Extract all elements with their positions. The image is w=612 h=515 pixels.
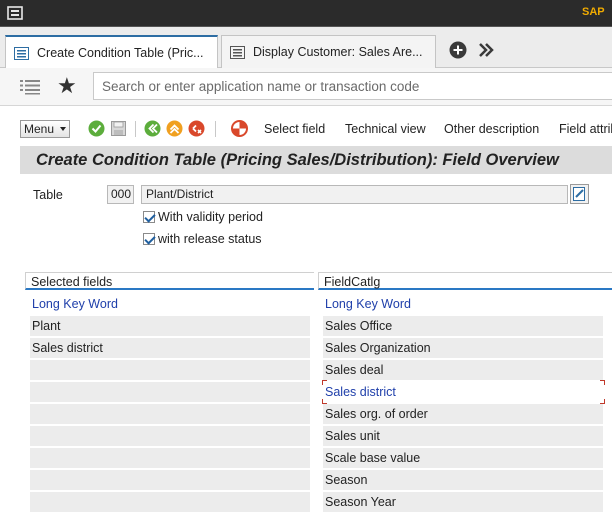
new-session-plus-icon[interactable] bbox=[449, 41, 467, 59]
more-tabs-chevron-icon[interactable] bbox=[478, 42, 494, 58]
with-release-status-checkbox[interactable]: with release status bbox=[143, 232, 262, 246]
list-item[interactable]: Sales Organization bbox=[323, 338, 603, 358]
menu-button[interactable]: Menu bbox=[20, 120, 70, 138]
focus-bracket bbox=[322, 399, 327, 404]
application-toolbar: Menu Select field Technical view Other d… bbox=[0, 114, 612, 144]
list-icon bbox=[14, 46, 29, 60]
command-search-input[interactable] bbox=[93, 72, 612, 100]
save-icon[interactable] bbox=[110, 120, 127, 137]
menu-button-label: Menu bbox=[24, 122, 55, 136]
table-number-field: 000 bbox=[107, 185, 134, 204]
selected-fields-panel: Selected fields Long Key Word Plant Sale… bbox=[25, 272, 314, 515]
tab-display-customer[interactable]: Display Customer: Sales Are... bbox=[221, 35, 436, 68]
column-header-long-key-word[interactable]: Long Key Word bbox=[30, 294, 310, 314]
caret-down-icon bbox=[60, 127, 66, 131]
tab-label: Create Condition Table (Pric... bbox=[37, 46, 204, 60]
list-item[interactable]: Season Year bbox=[323, 492, 603, 512]
list-item[interactable] bbox=[30, 382, 310, 402]
favorites-star-icon[interactable]: ★ bbox=[57, 75, 77, 97]
back-icon[interactable] bbox=[144, 120, 161, 137]
field-catalog-panel: FieldCatlg Long Key Word Sales Office Sa… bbox=[318, 272, 612, 515]
table-label: Table bbox=[33, 188, 63, 202]
checkbox-checked-icon bbox=[143, 211, 155, 223]
toolbar-separator bbox=[135, 121, 136, 137]
sap-menu-icon[interactable] bbox=[7, 6, 23, 20]
checkbox-label: with release status bbox=[158, 232, 262, 246]
list-item[interactable]: Sales deal bbox=[323, 360, 603, 380]
toolbar-separator bbox=[215, 121, 216, 137]
window-titlebar: SAP bbox=[0, 0, 612, 27]
field-catalog-header: FieldCatlg bbox=[318, 272, 612, 290]
list-item-selected[interactable]: Sales district bbox=[323, 382, 603, 402]
list-item[interactable]: Season bbox=[323, 470, 603, 490]
list-item[interactable] bbox=[30, 448, 310, 468]
focus-bracket bbox=[600, 380, 605, 385]
list-item[interactable] bbox=[30, 426, 310, 446]
selected-fields-header: Selected fields bbox=[25, 272, 314, 290]
command-bar: ★ bbox=[0, 68, 612, 106]
choose-field-icon[interactable] bbox=[231, 120, 248, 137]
list-item[interactable]: Sales Office bbox=[323, 316, 603, 336]
list-item[interactable]: Scale base value bbox=[323, 448, 603, 468]
column-header-long-key-word[interactable]: Long Key Word bbox=[323, 294, 603, 314]
page-title: Create Condition Table (Pricing Sales/Di… bbox=[20, 146, 612, 174]
list-icon bbox=[230, 45, 245, 59]
select-field-button[interactable]: Select field bbox=[264, 122, 325, 136]
list-item[interactable]: Sales org. of order bbox=[323, 404, 603, 424]
other-description-button[interactable]: Other description bbox=[444, 122, 539, 136]
table-description-field[interactable]: Plant/District bbox=[141, 185, 568, 204]
list-item[interactable] bbox=[30, 404, 310, 424]
hamburger-menu-icon[interactable] bbox=[20, 79, 40, 95]
cancel-icon[interactable] bbox=[188, 120, 205, 137]
check-icon[interactable] bbox=[88, 120, 105, 137]
list-item[interactable]: Sales unit bbox=[323, 426, 603, 446]
technical-view-button[interactable]: Technical view bbox=[345, 122, 426, 136]
session-tabbar: Create Condition Table (Pric... Display … bbox=[0, 27, 612, 69]
list-item[interactable]: Plant bbox=[30, 316, 310, 336]
tab-label: Display Customer: Sales Are... bbox=[253, 45, 423, 59]
sap-logo: SAP bbox=[582, 6, 605, 18]
edit-description-icon[interactable] bbox=[570, 184, 589, 204]
with-validity-period-checkbox[interactable]: With validity period bbox=[143, 210, 263, 224]
tab-create-condition-table[interactable]: Create Condition Table (Pric... bbox=[5, 35, 218, 69]
list-item[interactable] bbox=[30, 470, 310, 490]
field-attributes-button[interactable]: Field attrib bbox=[559, 122, 612, 136]
checkbox-checked-icon bbox=[143, 233, 155, 245]
focus-bracket bbox=[322, 380, 327, 385]
focus-bracket bbox=[600, 399, 605, 404]
list-item[interactable]: Sales district bbox=[30, 338, 310, 358]
list-item[interactable] bbox=[30, 492, 310, 512]
exit-icon[interactable] bbox=[166, 120, 183, 137]
list-item[interactable] bbox=[30, 360, 310, 380]
checkbox-label: With validity period bbox=[158, 210, 263, 224]
